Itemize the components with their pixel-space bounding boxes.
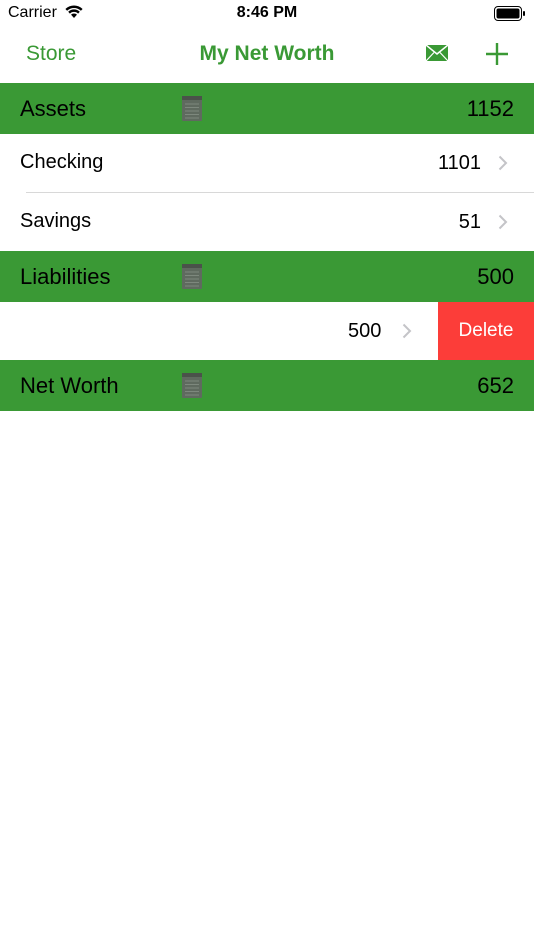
item-label: Savings <box>20 210 92 232</box>
chevron-right-icon <box>498 155 508 176</box>
mail-icon[interactable] <box>425 44 449 66</box>
section-header-net-worth[interactable]: Net Worth 652 <box>0 360 534 411</box>
notepad-icon[interactable] <box>182 373 202 403</box>
section-header-assets[interactable]: Assets 1152 <box>0 83 534 134</box>
delete-button[interactable]: Delete <box>438 302 534 360</box>
notepad-icon[interactable] <box>182 264 202 294</box>
section-label: Net Worth <box>20 373 119 398</box>
section-total: 652 <box>477 373 514 398</box>
page-title: My Net Worth <box>199 42 335 65</box>
chevron-right-icon <box>402 323 412 344</box>
plus-icon[interactable] <box>484 41 510 72</box>
list-item-liability[interactable]: 500 Delete <box>0 302 534 360</box>
item-value: 1101 <box>437 152 481 174</box>
item-value: 500 <box>348 320 382 342</box>
section-total: 500 <box>477 264 514 289</box>
section-label: Assets <box>20 96 87 121</box>
battery-icon <box>494 6 526 26</box>
navigation-bar: Store My Net Worth <box>0 28 534 83</box>
item-label: Checking <box>20 151 104 173</box>
list-item-checking[interactable]: Checking 1101 <box>0 134 534 192</box>
section-label: Liabilities <box>20 264 111 289</box>
list-item-savings[interactable]: Savings 51 <box>0 193 534 251</box>
section-total: 1152 <box>466 96 514 121</box>
clock: 8:46 PM <box>236 4 298 21</box>
item-value: 51 <box>458 211 481 233</box>
section-header-liabilities[interactable]: Liabilities 500 <box>0 251 534 302</box>
notepad-icon[interactable] <box>182 96 202 126</box>
chevron-right-icon <box>498 214 508 235</box>
status-bar: Carrier 8:46 PM <box>0 0 534 28</box>
